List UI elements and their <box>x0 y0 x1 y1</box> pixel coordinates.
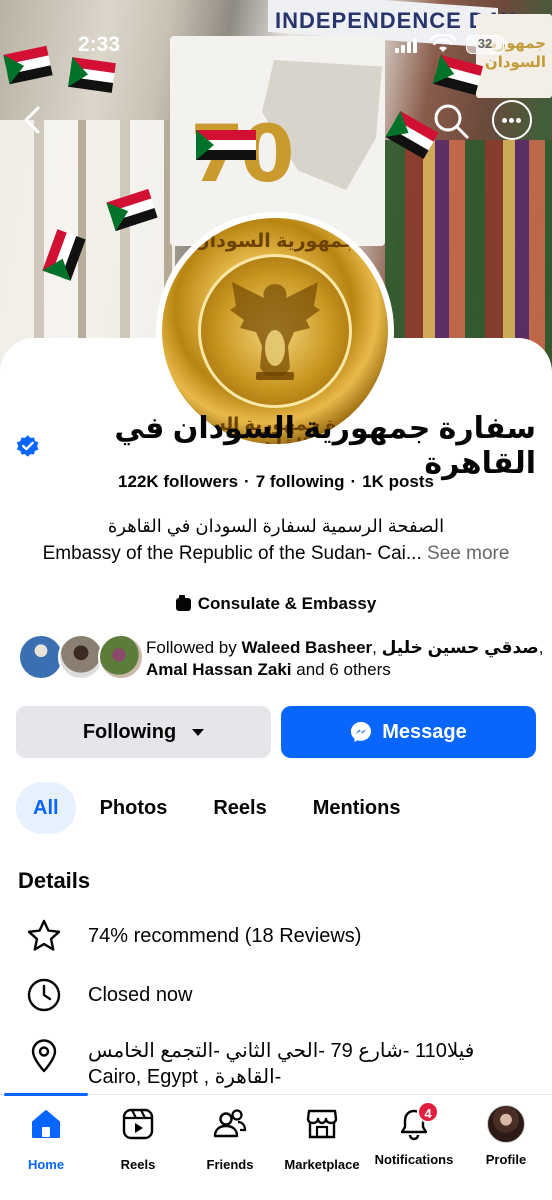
nav-marketplace[interactable]: Marketplace <box>276 1107 368 1172</box>
flag-icon <box>196 130 256 160</box>
eagle-emblem-icon <box>230 282 320 380</box>
bio-english-text: Embassy of the Republic of the Sudan- Ca… <box>42 543 422 564</box>
profile-tabs: All Photos Reels Mentions <box>16 782 425 834</box>
page-name: سفارة جمهورية السودان في القاهرة <box>114 412 536 480</box>
cover-crowd-right <box>385 140 552 370</box>
followed-by-row[interactable]: Followed by Waleed Basheer, صدقي حسين خل… <box>18 634 543 684</box>
caret-down-icon <box>192 728 205 736</box>
verified-badge-icon <box>16 435 39 457</box>
follower-name: Waleed Basheer <box>241 638 373 657</box>
nav-friends[interactable]: Friends <box>184 1107 276 1172</box>
bio-english: Embassy of the Republic of the Sudan- Ca… <box>16 543 536 565</box>
nav-reels[interactable]: Reels <box>92 1107 184 1172</box>
followers-count[interactable]: 122K followers <box>118 472 238 491</box>
nav-profile-label: Profile <box>485 1152 527 1167</box>
tab-photos[interactable]: Photos <box>78 782 190 834</box>
nav-marketplace-label: Marketplace <box>284 1157 360 1172</box>
nav-home[interactable]: Home <box>0 1107 92 1172</box>
page-title: سفارة جمهورية السودان في القاهرة <box>16 412 536 480</box>
nav-profile[interactable]: Profile <box>460 1105 552 1167</box>
message-button[interactable]: Message <box>281 706 536 758</box>
following-count[interactable]: 7 following <box>256 472 345 491</box>
posts-count: 1K posts <box>362 472 434 491</box>
see-more-link[interactable]: See more <box>427 543 509 564</box>
avatar <box>487 1105 525 1143</box>
detail-hours[interactable]: Closed now <box>26 977 193 1013</box>
location-pin-icon <box>31 1039 57 1073</box>
nav-notifications-label: Notifications <box>374 1152 454 1167</box>
back-arrow-icon[interactable] <box>14 102 50 138</box>
bottom-navigation: Home Reels Friends Marketplace 4 Notific… <box>0 1093 552 1200</box>
cellular-signal-icon <box>395 38 417 53</box>
more-options-icon[interactable] <box>492 100 532 140</box>
follower-name: صدقي حسين خليل <box>381 638 539 657</box>
notifications-icon-wrap: 4 <box>397 1101 439 1141</box>
battery-indicator: 32 <box>466 35 504 54</box>
following-button-label: Following <box>82 720 177 743</box>
follower-separator: , <box>538 638 544 657</box>
tab-reels[interactable]: Reels <box>191 782 288 834</box>
tab-mentions[interactable]: Mentions <box>291 782 423 834</box>
status-bar: 2:33 32 <box>0 0 552 90</box>
marketplace-icon <box>306 1109 338 1139</box>
message-button-label: Message <box>382 720 467 743</box>
stats-separator: · <box>350 472 357 491</box>
detail-recommend[interactable]: 74% recommend (18 Reviews) <box>26 918 361 954</box>
cover-crowd-left <box>0 120 175 370</box>
avatar <box>98 634 144 680</box>
bio-arabic: الصفحة الرسمية لسفارة السودان في القاهرة <box>107 516 445 536</box>
nav-reels-label: Reels <box>120 1157 156 1172</box>
hours-text: Closed now <box>88 983 193 1006</box>
messenger-icon <box>351 722 372 742</box>
page-stats: 122K followers · 7 following · 1K posts <box>0 472 552 492</box>
home-icon <box>32 1110 60 1138</box>
category-label: Consulate & Embassy <box>197 594 377 613</box>
address-text: فيلا110 -شارع 79 -الحي الثاني -التجمع ال… <box>88 1040 475 1088</box>
follower-separator: , <box>372 638 382 657</box>
battery-tip <box>505 41 508 48</box>
details-heading: Details <box>18 868 91 893</box>
briefcase-icon <box>175 594 191 611</box>
page-category: Consulate & Embassy <box>0 594 552 614</box>
nav-notifications[interactable]: 4 Notifications <box>368 1101 460 1167</box>
search-icon[interactable] <box>432 102 470 140</box>
reels-icon <box>122 1108 154 1140</box>
tab-all[interactable]: All <box>16 782 76 834</box>
follower-name: Amal Hassan Zaki <box>146 660 292 679</box>
stats-separator: · <box>244 472 250 491</box>
followed-by-prefix: Followed by <box>146 638 242 657</box>
status-time: 2:33 <box>78 33 121 56</box>
nav-friends-label: Friends <box>206 1157 254 1172</box>
friends-icon <box>213 1109 247 1138</box>
notifications-badge: 4 <box>417 1101 439 1123</box>
wifi-icon <box>430 34 456 52</box>
nav-home-label: Home <box>27 1157 65 1172</box>
following-button[interactable]: Following <box>16 706 271 758</box>
active-tab-indicator <box>4 1093 88 1096</box>
followed-by-suffix: and 6 others <box>291 660 391 679</box>
followed-by-text: Followed by Waleed Basheer, صدقي حسين خل… <box>146 637 546 681</box>
detail-address[interactable]: فيلا110 -شارع 79 -الحي الثاني -التجمع ال… <box>26 1038 508 1090</box>
seal-text-top: جمهورية السودان <box>193 231 357 252</box>
recommend-text: 74% recommend (18 Reviews) <box>88 924 362 947</box>
star-icon <box>27 919 61 951</box>
clock-icon <box>27 978 61 1012</box>
